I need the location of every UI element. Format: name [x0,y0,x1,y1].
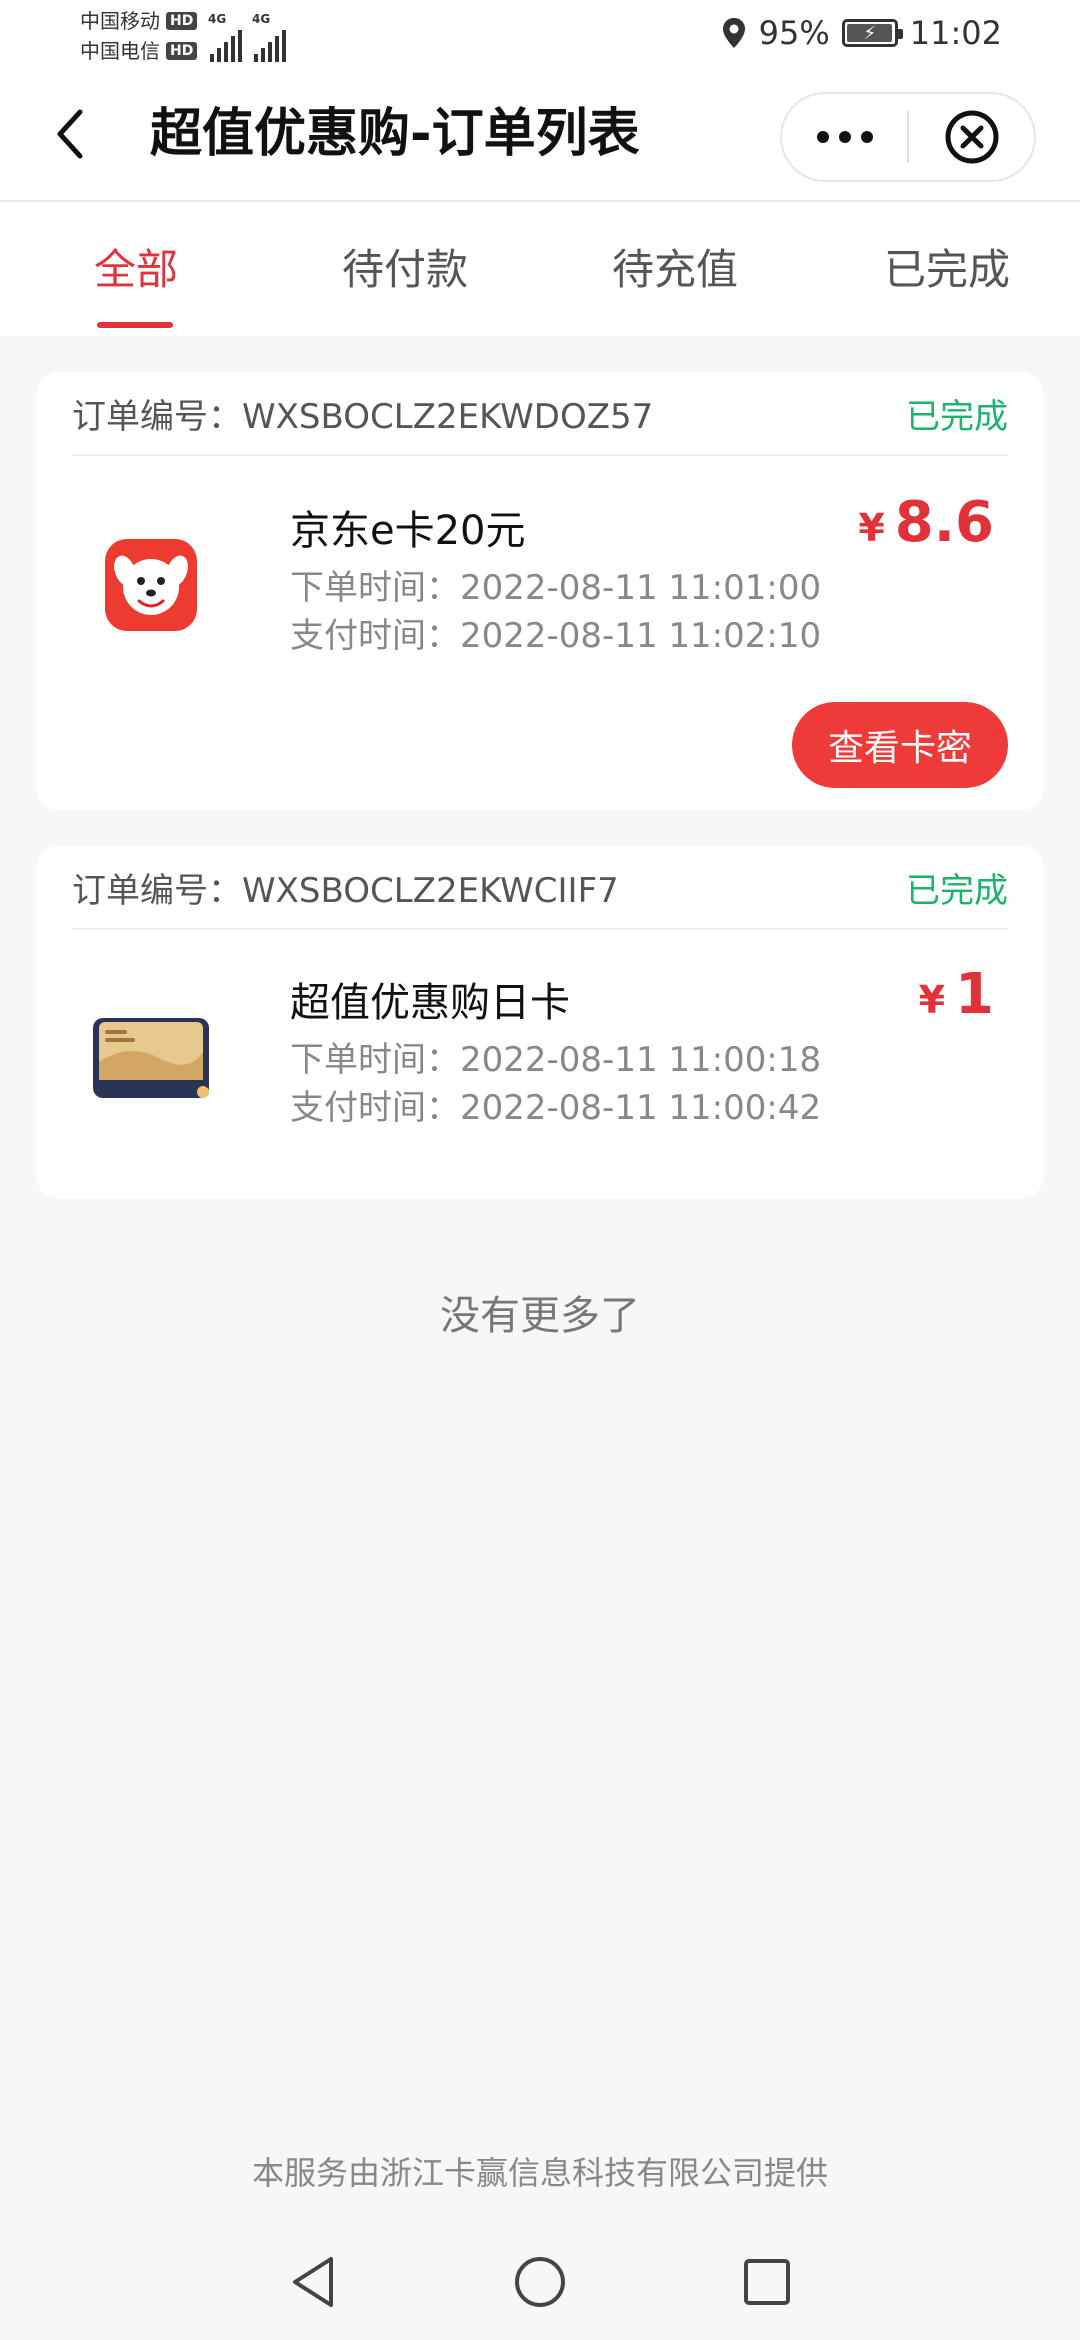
jd-dog-icon [105,539,197,631]
view-card-secret-button[interactable]: 查看卡密 [792,702,1008,788]
carrier-name: 中国移动 [80,9,160,33]
order-time: 下单时间：2022-08-11 11:01:00 [290,568,822,608]
tab-all[interactable]: 全部 [94,236,178,297]
order-price: ¥ 8.6 [858,490,994,555]
tab-pending-recharge[interactable]: 待充值 [612,236,738,297]
pay-time: 支付时间：2022-08-11 11:00:42 [290,1088,822,1128]
price-amount: 1 [955,962,994,1027]
nav-back-button[interactable] [273,2242,353,2322]
order-time: 下单时间：2022-08-11 11:00:18 [290,1040,822,1080]
carrier-info: 中国移动 HD 中国电信 HD [80,6,198,66]
product-name: 超值优惠购日卡 [290,980,570,1026]
membership-card-icon [93,1018,209,1098]
location-icon [722,18,745,48]
no-more-text: 没有更多了 [440,1293,640,1339]
status-bar: 中国移动 HD 中国电信 HD 4G 4G 95% ⚡ 11:02 [0,0,1080,74]
hd-badge: HD [166,12,198,30]
active-tab-indicator [97,322,173,328]
more-button[interactable] [782,94,907,180]
currency-symbol: ¥ [858,506,885,550]
status-right: 95% ⚡ 11:02 [721,14,1002,52]
back-button[interactable] [40,104,100,164]
order-card-header: 订单编号：WXSBOCLZ2EKWCIIF7 已完成 [72,846,1008,930]
triangle-back-icon [293,2257,334,2307]
carrier-name: 中国电信 [80,39,160,63]
battery-percent: 95% [758,14,830,52]
signal-icon: 4G [208,12,242,62]
title-bar: 超值优惠购-订单列表 [0,74,1080,202]
order-status: 已完成 [906,396,1008,437]
signal-icons: 4G 4G [208,12,286,62]
mini-program-capsule [780,92,1036,182]
currency-symbol: ¥ [918,978,946,1022]
order-status: 已完成 [906,870,1008,911]
circle-home-icon [514,2257,565,2307]
product-image [86,520,216,650]
order-card[interactable]: 订单编号：WXSBOCLZ2EKWCIIF7 已完成 超值优惠购日卡 下单时间：… [36,846,1044,1198]
pay-time: 支付时间：2022-08-11 11:02:10 [290,616,822,656]
nav-home-button[interactable] [500,2242,580,2322]
more-dots-icon [816,131,873,143]
chevron-left-icon [57,109,83,159]
page-title: 超值优惠购-订单列表 [150,104,640,164]
square-recents-icon [743,2259,790,2305]
price-amount: 8.6 [894,490,994,555]
navigation-bar [0,2224,1080,2340]
order-number: 订单编号：WXSBOCLZ2EKWCIIF7 [72,870,619,911]
order-card[interactable]: 订单编号：WXSBOCLZ2EKWDOZ57 已完成 京东e卡20元 下单时间：… [36,372,1044,810]
nav-recents-button[interactable] [727,2242,807,2322]
close-circle-icon [945,110,998,164]
order-card-header: 订单编号：WXSBOCLZ2EKWDOZ57 已完成 [72,372,1008,456]
network-type: 4G [252,12,271,26]
order-tabs: 全部 待付款 待充值 已完成 [0,202,1080,336]
battery-icon: ⚡ [841,19,903,47]
product-name: 京东e卡20元 [290,508,526,554]
order-price: ¥ 1 [919,962,994,1027]
service-provider-text: 本服务由浙江卡赢信息科技有限公司提供 [251,2154,828,2192]
tab-completed[interactable]: 已完成 [884,236,1010,297]
order-number: 订单编号：WXSBOCLZ2EKWDOZ57 [72,396,654,437]
network-type: 4G [208,12,227,26]
clock: 11:02 [909,14,1002,52]
tab-pending-payment[interactable]: 待付款 [342,236,468,297]
signal-icon: 4G [252,12,286,62]
close-button[interactable] [909,94,1034,180]
hd-badge: HD [166,42,198,60]
product-image [86,992,216,1122]
